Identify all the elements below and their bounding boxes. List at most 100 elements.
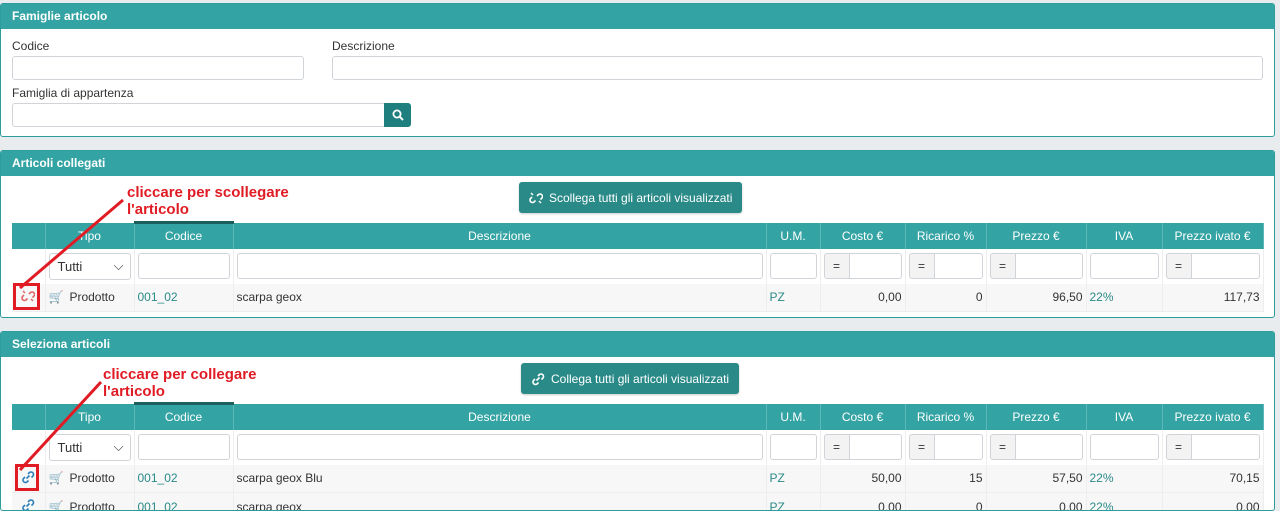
row-ricarico: 0 <box>905 493 986 511</box>
row-um: PZ <box>766 493 820 511</box>
filter-prezzo-ivato-operator[interactable]: = <box>1166 434 1192 460</box>
row-codice[interactable]: 001_02 <box>134 465 233 493</box>
descrizione-label: Descrizione <box>332 39 395 53</box>
seleziona-table: Tipo Codice Descrizione U.M. Costo € Ric… <box>12 402 1264 511</box>
row-prezzo-ivato: 70,15 <box>1162 465 1263 493</box>
col-prezzo-ivato[interactable]: Prezzo ivato € <box>1162 404 1263 430</box>
filter-costo-input[interactable] <box>850 253 902 279</box>
row-prezzo: 96,50 <box>986 284 1086 312</box>
row-um: PZ <box>766 284 820 312</box>
col-tipo[interactable]: Tipo <box>45 404 134 430</box>
row-um: PZ <box>766 465 820 493</box>
seleziona-title: Seleziona articoli <box>1 332 1274 357</box>
filter-ricarico-input[interactable] <box>935 434 983 460</box>
filter-um-input[interactable] <box>770 253 817 279</box>
descrizione-input[interactable] <box>332 56 1263 80</box>
filter-prezzo-ivato-input[interactable] <box>1192 434 1260 460</box>
chevron-down-icon: ⌵ <box>114 258 124 274</box>
col-iva[interactable]: IVA <box>1086 404 1162 430</box>
col-iva[interactable]: IVA <box>1086 223 1162 249</box>
unlink-annotation: cliccare per scollegare l'articolo <box>127 184 327 218</box>
filter-tipo-select[interactable]: Tutti⌵ <box>49 434 131 461</box>
col-codice[interactable]: Codice <box>134 404 233 430</box>
filter-prezzo-ivato-operator[interactable]: = <box>1166 253 1192 279</box>
unlink-highlight-box <box>13 283 40 310</box>
filter-descrizione-input[interactable] <box>237 434 763 460</box>
col-costo[interactable]: Costo € <box>820 404 905 430</box>
filter-ricarico-input[interactable] <box>935 253 983 279</box>
link-icon[interactable] <box>21 501 35 511</box>
row-prezzo: 0,00 <box>986 493 1086 511</box>
filter-ricarico[interactable]: = <box>909 434 983 460</box>
seleziona-panel: Seleziona articoli Collega tutti gli art… <box>0 331 1275 511</box>
col-um[interactable]: U.M. <box>766 223 820 249</box>
filter-costo[interactable]: = <box>824 253 902 279</box>
search-icon <box>392 109 404 121</box>
famiglia-label: Famiglia di appartenza <box>12 86 133 100</box>
row-iva: 22% <box>1086 284 1162 312</box>
table-row: 🛒Prodotto 001_02 scarpa geox PZ 0,00 0 9… <box>12 284 1263 312</box>
row-tipo: Prodotto <box>69 471 114 485</box>
col-action <box>12 404 45 430</box>
row-iva: 22% <box>1086 465 1162 493</box>
cart-icon: 🛒 <box>49 471 64 485</box>
filter-prezzo-ivato[interactable]: = <box>1166 253 1260 279</box>
row-tipo: Prodotto <box>69 290 114 304</box>
filter-ricarico-operator[interactable]: = <box>909 434 935 460</box>
col-costo[interactable]: Costo € <box>820 223 905 249</box>
filter-ricarico[interactable]: = <box>909 253 983 279</box>
link-icon <box>531 372 545 386</box>
filter-iva-input[interactable] <box>1090 434 1159 460</box>
filter-codice-input[interactable] <box>138 434 230 460</box>
collegati-title: Articoli collegati <box>1 151 1274 176</box>
link-all-button[interactable]: Collega tutti gli articoli visualizzati <box>521 363 739 394</box>
filter-costo-input[interactable] <box>850 434 902 460</box>
col-um[interactable]: U.M. <box>766 404 820 430</box>
filter-prezzo[interactable]: = <box>990 253 1083 279</box>
col-prezzo-ivato[interactable]: Prezzo ivato € <box>1162 223 1263 249</box>
row-codice[interactable]: 001_02 <box>134 493 233 511</box>
col-prezzo[interactable]: Prezzo € <box>986 223 1086 249</box>
famiglia-input[interactable] <box>12 103 385 127</box>
link-all-label: Collega tutti gli articoli visualizzati <box>551 372 729 386</box>
filter-tipo-select[interactable]: Tutti⌵ <box>49 253 131 280</box>
row-descrizione: scarpa geox Blu <box>233 465 766 493</box>
filter-costo[interactable]: = <box>824 434 902 460</box>
row-costo: 0,00 <box>820 493 905 511</box>
unlink-all-label: Scollega tutti gli articoli visualizzati <box>549 191 732 205</box>
row-iva: 22% <box>1086 493 1162 511</box>
col-descrizione[interactable]: Descrizione <box>233 404 766 430</box>
filter-costo-operator[interactable]: = <box>824 434 850 460</box>
codice-input[interactable] <box>12 56 304 80</box>
filter-prezzo-input[interactable] <box>1016 434 1083 460</box>
unlink-all-button[interactable]: Scollega tutti gli articoli visualizzati <box>519 182 742 213</box>
cart-icon: 🛒 <box>49 500 64 511</box>
filter-prezzo-input[interactable] <box>1016 253 1083 279</box>
filter-prezzo-ivato-input[interactable] <box>1192 253 1260 279</box>
filter-descrizione-input[interactable] <box>237 253 763 279</box>
col-descrizione[interactable]: Descrizione <box>233 223 766 249</box>
col-action <box>12 223 45 249</box>
famiglia-search-button[interactable] <box>384 103 411 127</box>
unlink-icon <box>529 191 543 205</box>
filter-ricarico-operator[interactable]: = <box>909 253 935 279</box>
row-descrizione: scarpa geox <box>233 284 766 312</box>
row-prezzo-ivato: 117,73 <box>1162 284 1263 312</box>
col-ricarico[interactable]: Ricarico % <box>905 404 986 430</box>
filter-prezzo-operator[interactable]: = <box>990 434 1016 460</box>
filter-costo-operator[interactable]: = <box>824 253 850 279</box>
collegati-table: Tipo Codice Descrizione U.M. Costo € Ric… <box>12 221 1264 312</box>
cart-icon: 🛒 <box>49 290 64 304</box>
filter-iva-input[interactable] <box>1090 253 1159 279</box>
filter-um-input[interactable] <box>770 434 817 460</box>
row-codice[interactable]: 001_02 <box>134 284 233 312</box>
filter-prezzo-operator[interactable]: = <box>990 253 1016 279</box>
filter-prezzo-ivato[interactable]: = <box>1166 434 1260 460</box>
col-ricarico[interactable]: Ricarico % <box>905 223 986 249</box>
filter-codice-input[interactable] <box>138 253 230 279</box>
filter-prezzo[interactable]: = <box>990 434 1083 460</box>
row-costo: 50,00 <box>820 465 905 493</box>
col-tipo[interactable]: Tipo <box>45 223 134 249</box>
col-prezzo[interactable]: Prezzo € <box>986 404 1086 430</box>
col-codice[interactable]: Codice <box>134 223 233 249</box>
